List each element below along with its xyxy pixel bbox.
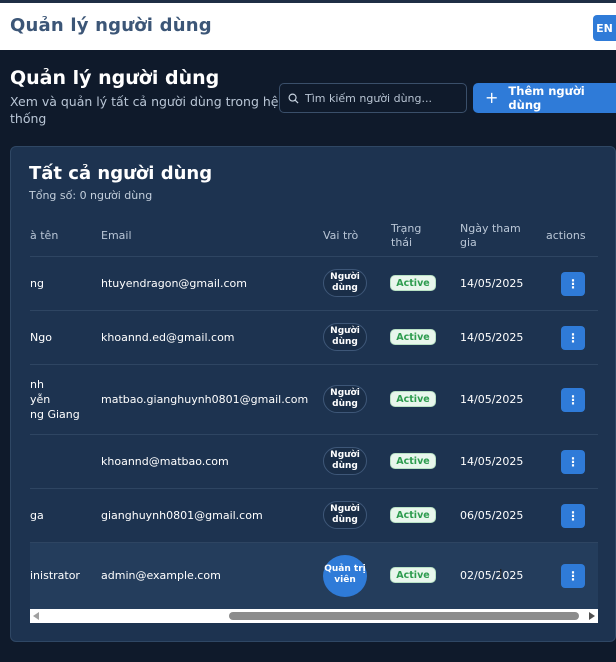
status-badge: Active (390, 391, 436, 407)
text-cursor-icon: I (499, 567, 503, 581)
status-badge: Active (390, 567, 436, 583)
role-badge: Người dùng (323, 447, 367, 475)
table-row[interactable]: khoannd@matbao.com Người dùng Active 14/… (30, 435, 598, 489)
row-date: 14/05/2025 (460, 331, 524, 344)
row-actions-button[interactable]: ⋮ (561, 504, 585, 528)
row-date: 14/05/2025 (460, 455, 524, 468)
table-row[interactable]: ga gianghuynh0801@gmail.com Người dùng A… (30, 489, 598, 543)
scroll-left-icon[interactable] (33, 612, 39, 620)
users-card: Tất cả người dùng Tổng số: 0 người dùng … (10, 146, 616, 642)
scrollbar-thumb[interactable] (229, 612, 579, 620)
more-vertical-icon: ⋮ (567, 455, 579, 469)
top-bar: Quản lý người dùng EN (0, 0, 616, 50)
language-toggle-button[interactable]: EN (593, 15, 616, 41)
row-email: htuyendragon@gmail.com (101, 277, 247, 290)
more-vertical-icon: ⋮ (567, 569, 579, 583)
row-actions-button[interactable]: ⋮ (561, 388, 585, 412)
row-email: khoannd@matbao.com (101, 455, 229, 468)
row-date: 02/05/2025 (460, 569, 524, 582)
column-status[interactable]: Trạng thái (391, 222, 435, 250)
more-vertical-icon: ⋮ (567, 393, 579, 407)
user-count: Tổng số: 0 người dùng (29, 189, 153, 202)
table-row[interactable]: Ngo khoannd.ed@gmail.com Người dùng Acti… (30, 311, 598, 365)
table-header: à tên Email Vai trò Trạng thái Ngày tham… (30, 217, 598, 257)
role-badge: Quản trị viên (323, 555, 367, 597)
row-actions-button[interactable]: ⋮ (561, 272, 585, 296)
row-email: matbao.gianghuynh0801@gmail.com (101, 393, 309, 406)
row-name: inistrator (30, 569, 80, 582)
column-joined[interactable]: Ngày tham gia (460, 222, 530, 250)
add-user-button[interactable]: + Thêm người dùng (473, 83, 616, 113)
column-role[interactable]: Vai trò (323, 229, 358, 243)
table-row[interactable]: ng htuyendragon@gmail.com Người dùng Act… (30, 257, 598, 311)
role-badge: Người dùng (323, 269, 367, 297)
row-actions-button[interactable]: ⋮ (561, 564, 585, 588)
status-badge: Active (390, 329, 436, 345)
row-name: Ngo (30, 331, 52, 344)
status-badge: Active (390, 453, 436, 469)
row-email: khoannd.ed@gmail.com (101, 331, 235, 344)
row-email: admin@example.com (101, 569, 221, 582)
search-input[interactable] (305, 91, 455, 105)
role-badge: Người dùng (323, 323, 367, 351)
column-email[interactable]: Email (101, 229, 132, 243)
scroll-right-icon[interactable] (589, 612, 595, 620)
page-title: Quản lý người dùng (10, 67, 220, 89)
add-user-label: Thêm người dùng (508, 84, 585, 112)
row-date: 06/05/2025 (460, 509, 524, 522)
horizontal-scrollbar[interactable] (30, 609, 598, 623)
row-name: ng (30, 277, 44, 290)
role-badge: Người dùng (323, 501, 367, 529)
column-actions: actions (546, 229, 586, 242)
row-actions-button[interactable]: ⋮ (561, 450, 585, 474)
status-badge: Active (390, 507, 436, 523)
column-name[interactable]: à tên (30, 229, 58, 243)
row-actions-button[interactable]: ⋮ (561, 326, 585, 350)
card-title: Tất cả người dùng (29, 163, 213, 184)
row-name: nh yễn ng Giang (30, 378, 80, 421)
row-email: gianghuynh0801@gmail.com (101, 509, 263, 522)
role-badge: Người dùng (323, 385, 367, 413)
page-subtitle: Xem và quản lý tất cả người dùng trong h… (10, 94, 279, 126)
users-table: à tên Email Vai trò Trạng thái Ngày tham… (30, 217, 598, 609)
more-vertical-icon: ⋮ (567, 277, 579, 291)
search-box[interactable] (279, 83, 467, 113)
app-title: Quản lý người dùng (10, 15, 212, 36)
table-row[interactable]: inistrator admin@example.com Quản trị vi… (30, 543, 598, 609)
more-vertical-icon: ⋮ (567, 331, 579, 345)
table-row[interactable]: nh yễn ng Giang matbao.gianghuynh0801@gm… (30, 365, 598, 435)
row-date: 14/05/2025 (460, 277, 524, 290)
search-icon (288, 93, 299, 104)
plus-icon: + (485, 88, 499, 107)
row-name: ga (30, 509, 44, 522)
more-vertical-icon: ⋮ (567, 509, 579, 523)
status-badge: Active (390, 275, 436, 291)
row-date: 14/05/2025 (460, 393, 524, 406)
